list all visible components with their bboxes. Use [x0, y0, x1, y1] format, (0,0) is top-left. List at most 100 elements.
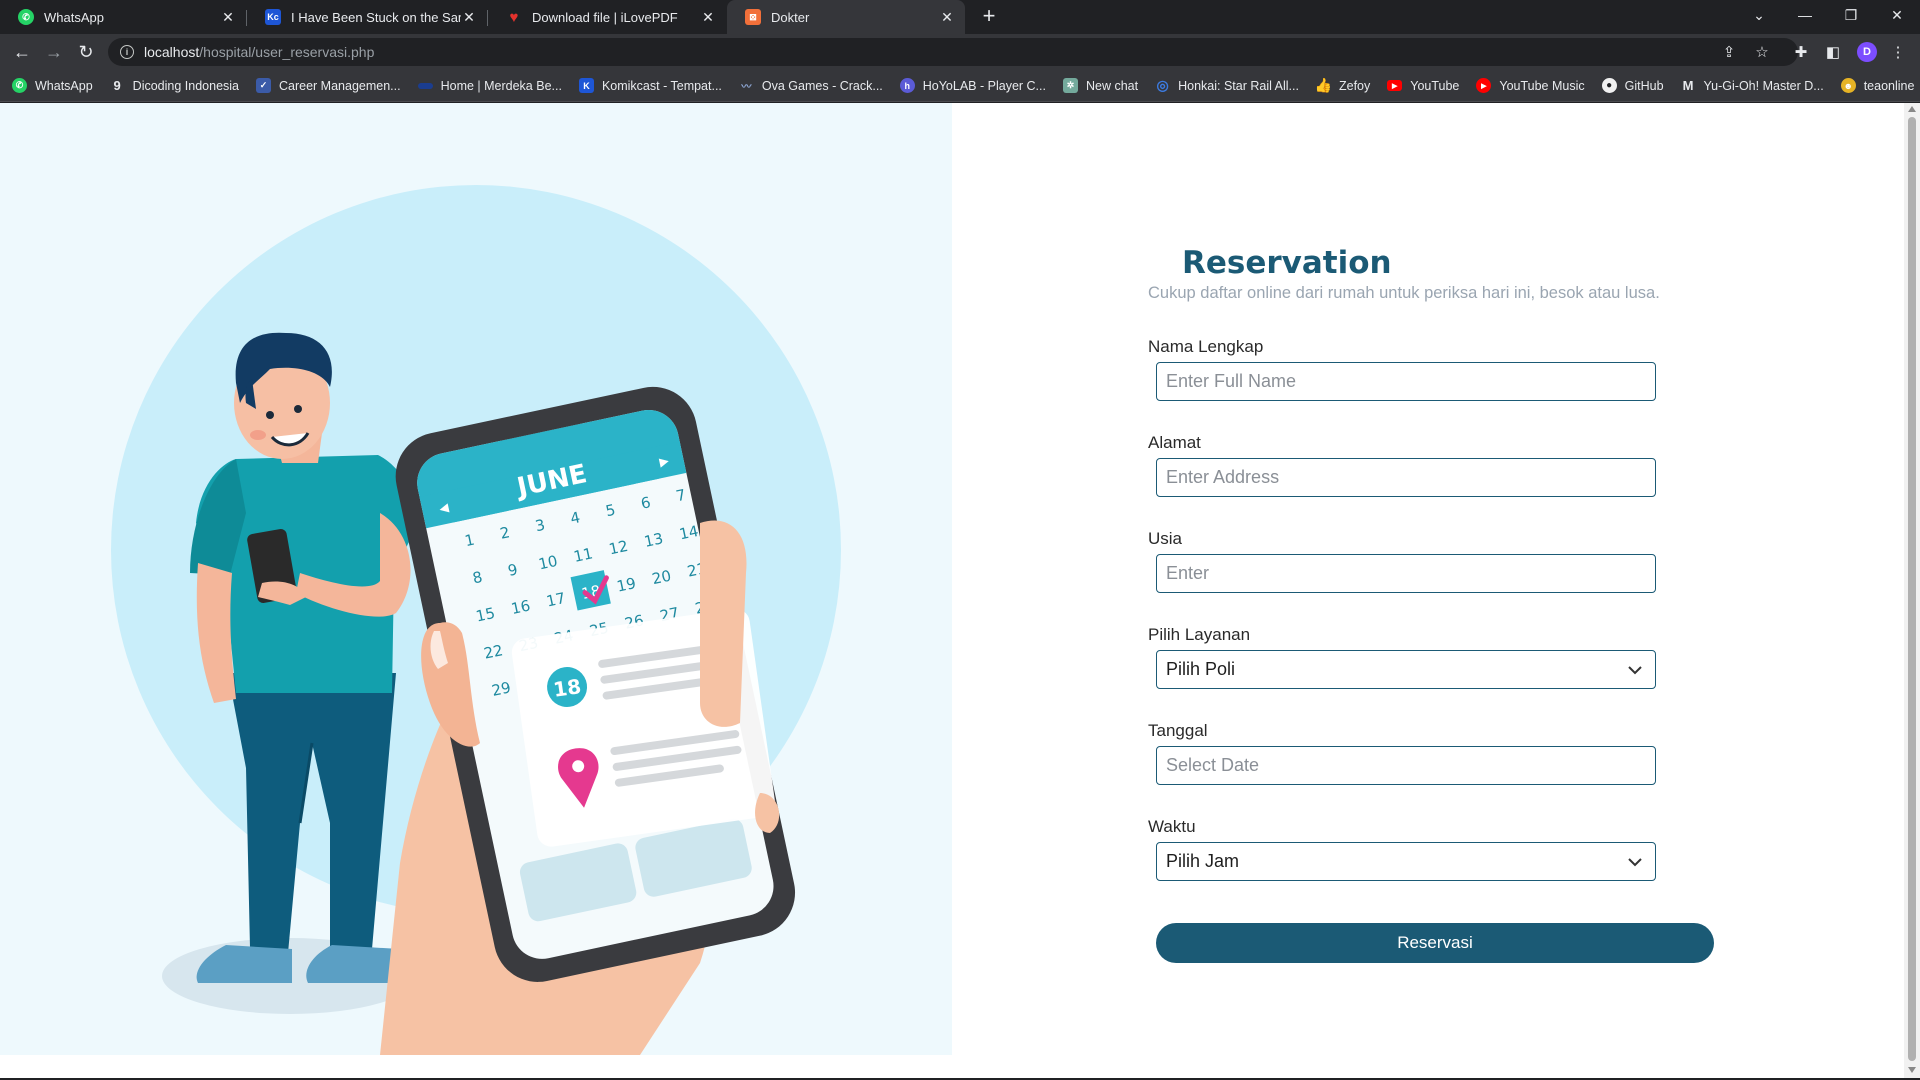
time-select-value: Pilih Jam	[1166, 851, 1240, 871]
komikcast-icon: Kc	[265, 9, 281, 25]
forward-icon[interactable]: →	[42, 40, 66, 64]
side-panel-icon[interactable]: ◧	[1822, 41, 1844, 63]
bookmark-label: HoYoLAB - Player C...	[922, 78, 1046, 93]
browser-toolbar: ← → ↻ i localhost/hospital/user_reservas…	[0, 34, 1920, 70]
bookmark-youtube-music[interactable]: ▶ YouTube Music	[1476, 78, 1585, 93]
time-select[interactable]: Pilih Jam	[1156, 842, 1656, 881]
yugioh-icon: M	[1682, 78, 1694, 93]
teaonline-icon: ☻	[1840, 78, 1856, 93]
bookmark-dicoding[interactable]: 9 Dicoding Indonesia	[110, 78, 239, 93]
form-subtitle: Cukup daftar online dari rumah untuk per…	[1148, 284, 1660, 302]
page-viewport: JUNE ◀ ▶ 1 2 3 4 5 6 7 8 9 10 11 12 13 14 15 16 17 18 19 20…	[0, 103, 1920, 1078]
scroll-up-icon[interactable]	[1908, 106, 1916, 112]
tanggal-label: Tanggal	[1148, 721, 1208, 740]
tab-whatsapp[interactable]: ✆ WhatsApp ✕	[0, 0, 246, 34]
bookmark-komikcast[interactable]: K Komikcast - Tempat...	[578, 78, 722, 93]
bookmark-honkai[interactable]: ◎ Honkai: Star Rail All...	[1155, 77, 1299, 93]
tab-search-icon[interactable]: ⌄	[1736, 0, 1782, 30]
bookmark-github[interactable]: ● GitHub	[1601, 78, 1664, 93]
extensions-icon[interactable]: ✚	[1790, 41, 1812, 63]
service-select[interactable]: Pilih Poli	[1156, 650, 1656, 689]
bookmark-hoyolab[interactable]: h HoYoLAB - Player C...	[899, 78, 1046, 93]
bookmark-label: New chat	[1085, 78, 1139, 93]
bookmark-zefoy[interactable]: 👍 Zefoy	[1315, 77, 1371, 93]
github-icon: ●	[1601, 78, 1617, 93]
chevron-down-icon	[1628, 857, 1642, 866]
bookmark-youtube[interactable]: ▶ YouTube	[1387, 79, 1459, 93]
full-name-input[interactable]	[1156, 362, 1656, 401]
back-icon[interactable]: ←	[10, 40, 34, 64]
card-day: 18	[552, 674, 583, 702]
bookmark-newchat[interactable]: ✲ New chat	[1062, 78, 1139, 93]
ovagames-icon: 〰	[741, 82, 752, 93]
bookmark-whatsapp[interactable]: ✆ WhatsApp	[12, 78, 93, 93]
bookmarks-bar: ✆ WhatsApp 9 Dicoding Indonesia ✓ Career Ma…	[0, 70, 1920, 102]
new-tab-button[interactable]: +	[977, 5, 1001, 29]
bookmark-star-icon[interactable]: ☆	[1751, 41, 1773, 63]
usia-label: Usia	[1148, 529, 1183, 548]
layanan-label: Pilih Layanan	[1148, 625, 1251, 644]
bookmark-label: Home | Merdeka Be...	[440, 78, 562, 93]
honkai-icon: ◎	[1156, 77, 1169, 93]
address-input[interactable]	[1156, 458, 1656, 497]
scroll-down-icon[interactable]	[1908, 1067, 1916, 1073]
bookmark-label: Yu-Gi-Oh! Master D...	[1703, 78, 1824, 93]
form-title: Reservation	[1182, 245, 1392, 281]
close-icon[interactable]: ✕	[461, 9, 477, 26]
age-input[interactable]	[1156, 554, 1656, 593]
close-window-icon[interactable]: ✕	[1874, 0, 1920, 30]
close-icon[interactable]: ✕	[220, 9, 236, 26]
ilovepdf-icon: ♥	[509, 8, 519, 26]
komikcast-icon: K	[578, 78, 594, 93]
illustration-panel: JUNE ◀ ▶ 1 2 3 4 5 6 7 8 9 10 11 12 13 14 15 16 17 18 19 20…	[0, 103, 952, 1055]
url-host: localhost	[144, 44, 200, 60]
bookmark-label: GitHub	[1624, 78, 1664, 93]
whatsapp-icon: ✆	[18, 9, 34, 25]
tab-title: WhatsApp	[44, 9, 104, 25]
tab-dokter[interactable]: ⊠ Dokter ✕	[727, 0, 965, 34]
service-select-value: Pilih Poli	[1166, 659, 1236, 679]
tab-komikcast[interactable]: Kc I Have Been Stuck on the Same D ✕	[247, 0, 487, 34]
chatgpt-icon: ✲	[1062, 78, 1078, 93]
bookmark-yugioh[interactable]: M Yu-Gi-Oh! Master D...	[1681, 78, 1824, 93]
menu-icon[interactable]: ⋮	[1887, 41, 1909, 63]
reservasi-button[interactable]: Reservasi	[1156, 923, 1714, 963]
dicoding-icon: 9	[113, 78, 121, 93]
profile-avatar[interactable]: D	[1857, 42, 1877, 62]
close-icon[interactable]: ✕	[700, 9, 716, 26]
youtube-icon: ▶	[1387, 80, 1403, 91]
reload-icon[interactable]: ↻	[74, 40, 98, 64]
bookmark-label: teaonline	[1863, 78, 1915, 93]
bookmark-teaonline[interactable]: ☻ teaonline	[1840, 78, 1915, 93]
tab-title: Download file | iLovePDF	[532, 9, 678, 25]
chevron-down-icon	[1628, 665, 1642, 674]
address-bar[interactable]: i localhost/hospital/user_reservasi.php	[108, 38, 1798, 66]
bookmark-label: Ova Games - Crack...	[761, 78, 883, 93]
scrollbar-thumb[interactable]	[1908, 117, 1916, 1061]
tab-ilovepdf[interactable]: ♥ Download file | iLovePDF ✕	[488, 0, 726, 34]
bookmark-label: YouTube Music	[1499, 78, 1585, 93]
url-path: /hospital/user_reservasi.php	[199, 44, 375, 60]
bookmark-label: Zefoy	[1338, 78, 1371, 93]
date-input[interactable]	[1156, 746, 1656, 785]
reservation-illustration: JUNE ◀ ▶ 1 2 3 4 5 6 78 9 10 11 12 13 1415 16 17 18 19 20…	[111, 185, 841, 1055]
bookmark-label: YouTube	[1410, 78, 1460, 93]
bookmark-label: Komikcast - Tempat...	[601, 78, 722, 93]
bookmark-career[interactable]: ✓ Career Managemen...	[256, 78, 401, 93]
waktu-label: Waktu	[1148, 817, 1196, 836]
share-icon[interactable]: ⇪	[1718, 41, 1740, 63]
tab-title: I Have Been Stuck on the Same D	[291, 9, 461, 25]
career-icon: ✓	[256, 78, 271, 93]
bookmark-ovagames[interactable]: 〰 Ova Games - Crack...	[739, 78, 883, 94]
bookmark-merdeka[interactable]: Home | Merdeka Be...	[417, 78, 562, 93]
restore-icon[interactable]: ❐	[1828, 0, 1874, 30]
minimize-icon[interactable]: —	[1782, 0, 1828, 30]
merdeka-icon	[417, 82, 433, 89]
url-text: localhost/hospital/user_reservasi.php	[144, 44, 374, 60]
page-scrollbar[interactable]	[1904, 103, 1920, 1078]
tab-title: Dokter	[771, 9, 810, 25]
close-icon[interactable]: ✕	[939, 9, 955, 26]
site-icon: ⊠	[745, 9, 761, 25]
site-info-icon[interactable]: i	[120, 45, 134, 59]
tab-strip: ✆ WhatsApp ✕ Kc I Have Been Stuck on the…	[0, 0, 1920, 34]
